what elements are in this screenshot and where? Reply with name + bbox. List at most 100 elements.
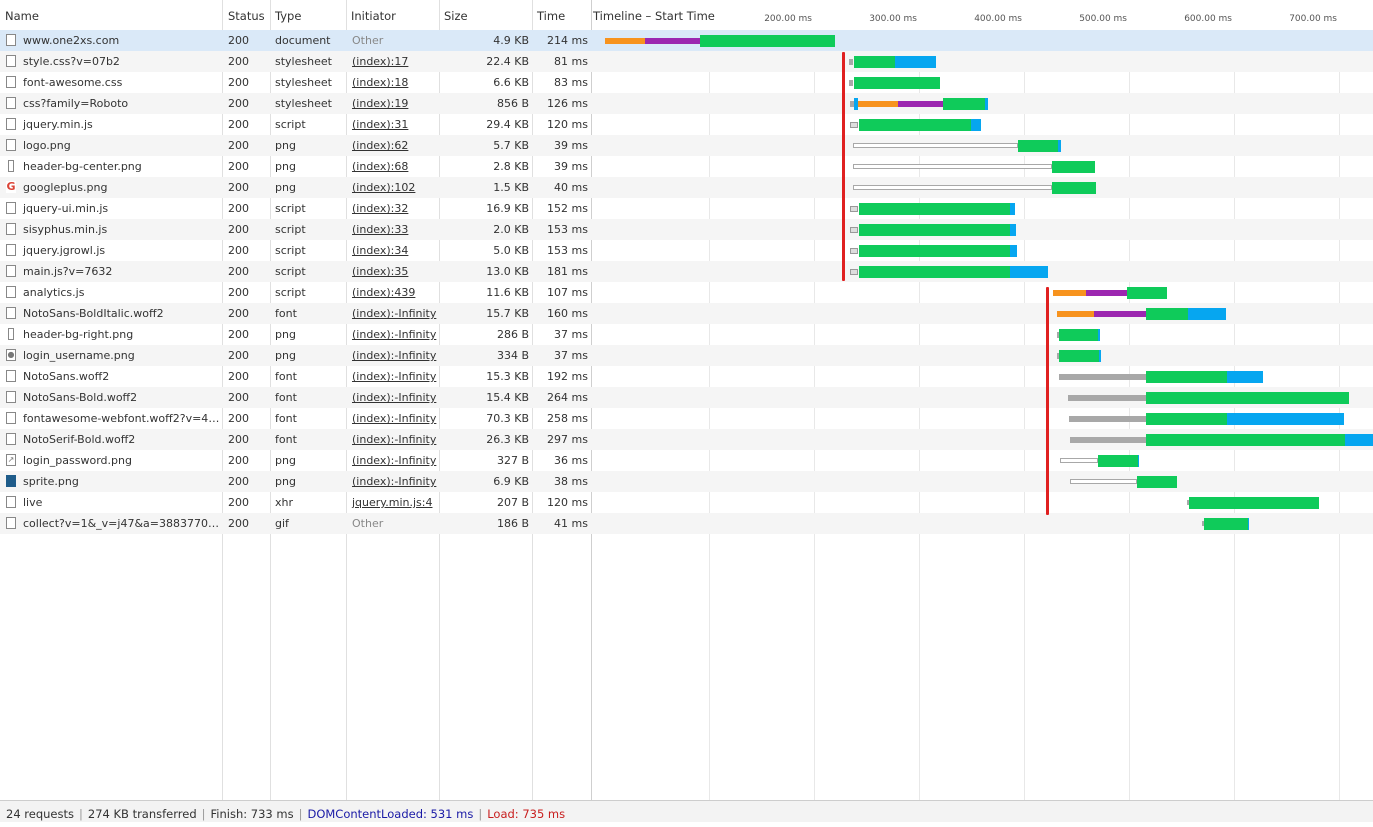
request-time: 192 ms	[547, 370, 588, 383]
request-type: xhr	[275, 496, 294, 509]
request-row[interactable]: live 200 xhr jquery.min.js:4 207 B 120 ms	[0, 492, 1373, 513]
request-status: 200	[228, 433, 249, 446]
request-name[interactable]: jquery-ui.min.js	[0, 198, 222, 219]
request-initiator[interactable]: (index):-Infinity	[347, 450, 440, 471]
waterfall-bar-download	[895, 56, 936, 68]
request-name[interactable]: jquery.min.js	[0, 114, 222, 135]
request-row[interactable]: style.css?v=07b2 200 stylesheet (index):17 2…	[0, 51, 1373, 72]
waterfall-bar-dns	[605, 38, 645, 44]
request-initiator[interactable]: (index):34	[347, 240, 440, 261]
request-name[interactable]: header-bg-right.png	[0, 324, 222, 345]
waterfall-bar-download	[1058, 140, 1061, 152]
request-size: 286 B	[496, 328, 529, 341]
request-name[interactable]: NotoSans.woff2	[0, 366, 222, 387]
request-row[interactable]: NotoSerif-Bold.woff2 200 font (index):-Infi…	[0, 429, 1373, 450]
column-header-timeline[interactable]: Timeline – Start Time	[588, 0, 718, 30]
request-name[interactable]: header-bg-center.png	[0, 156, 222, 177]
column-header-initiator[interactable]: Initiator	[346, 0, 439, 30]
request-initiator[interactable]: (index):17	[347, 51, 440, 72]
request-name[interactable]: analytics.js	[0, 282, 222, 303]
request-row[interactable]: font-awesome.css 200 stylesheet (index):18 6…	[0, 72, 1373, 93]
request-name[interactable]: main.js?v=7632	[0, 261, 222, 282]
request-row[interactable]: sprite.png 200 png (index):-Infinity 6.9 KB 3…	[0, 471, 1373, 492]
request-name[interactable]: login_username.png	[0, 345, 222, 366]
request-time: 153 ms	[547, 244, 588, 257]
request-row[interactable]: jquery.jgrowl.js 200 script (index):34 5.0 K…	[0, 240, 1373, 261]
request-initiator[interactable]: (index):35	[347, 261, 440, 282]
column-header-time[interactable]: Time	[532, 0, 591, 30]
request-status: 200	[228, 475, 249, 488]
request-name[interactable]: googleplus.png	[0, 177, 222, 198]
request-row[interactable]: www.one2xs.com 200 document Other 4.9 KB 214 …	[0, 30, 1373, 51]
request-name[interactable]: www.one2xs.com	[0, 30, 222, 51]
request-initiator[interactable]: (index):102	[347, 177, 440, 198]
timeline-tick-label: 700.00 ms	[1289, 14, 1337, 24]
request-initiator[interactable]: (index):-Infinity	[347, 345, 440, 366]
request-row[interactable]: NotoSans-BoldItalic.woff2 200 font (index):…	[0, 303, 1373, 324]
request-row[interactable]: logo.png 200 png (index):62 5.7 KB 39 ms	[0, 135, 1373, 156]
request-row[interactable]: ● login_username.png 200 png (index):-Infini…	[0, 345, 1373, 366]
request-status: 200	[228, 307, 249, 320]
request-name[interactable]: login_password.png	[0, 450, 222, 471]
request-initiator[interactable]: (index):439	[347, 282, 440, 303]
request-name[interactable]: logo.png	[0, 135, 222, 156]
request-initiator[interactable]: (index):-Infinity	[347, 324, 440, 345]
request-initiator[interactable]: (index):-Infinity	[347, 408, 440, 429]
request-row[interactable]: sisyphus.min.js 200 script (index):33 2.0 KB…	[0, 219, 1373, 240]
request-name[interactable]: live	[0, 492, 222, 513]
request-initiator[interactable]: (index):-Infinity	[347, 387, 440, 408]
request-row[interactable]: fontawesome-webfont.woff2?v=4.6.3 200 font…	[0, 408, 1373, 429]
request-row[interactable]: css?family=Roboto 200 stylesheet (index):19…	[0, 93, 1373, 114]
column-header-type[interactable]: Type	[270, 0, 347, 30]
request-type: png	[275, 181, 296, 194]
request-row[interactable]: Ggoogleplus.png 200 png (index):102 1.5 KB 40…	[0, 177, 1373, 198]
request-name[interactable]: sprite.png	[0, 471, 222, 492]
request-initiator[interactable]: (index):-Infinity	[347, 429, 440, 450]
request-time: 160 ms	[547, 307, 588, 320]
waterfall-bar-download	[985, 98, 988, 110]
request-type: font	[275, 370, 297, 383]
request-initiator[interactable]: (index):32	[347, 198, 440, 219]
request-time: 37 ms	[554, 349, 588, 362]
request-row[interactable]: collect?v=1&_v=j47&a=38837701&t=... 200 gi…	[0, 513, 1373, 534]
request-row[interactable]: NotoSans.woff2 200 font (index):-Infinity 15…	[0, 366, 1373, 387]
request-name[interactable]: NotoSerif-Bold.woff2	[0, 429, 222, 450]
request-name[interactable]: jquery.jgrowl.js	[0, 240, 222, 261]
request-row[interactable]: ↗ login_password.png 200 png (index):-Infini…	[0, 450, 1373, 471]
request-row[interactable]: main.js?v=7632 200 script (index):35 13.0 KB…	[0, 261, 1373, 282]
waterfall-bar-dns	[858, 101, 898, 107]
request-initiator[interactable]: (index):31	[347, 114, 440, 135]
request-name[interactable]: sisyphus.min.js	[0, 219, 222, 240]
request-initiator[interactable]: jquery.min.js:4	[347, 492, 440, 513]
request-name[interactable]: NotoSans-Bold.woff2	[0, 387, 222, 408]
request-type: png	[275, 328, 296, 341]
request-row[interactable]: header-bg-center.png 200 png (index):68 2.8 …	[0, 156, 1373, 177]
request-row[interactable]: analytics.js 200 script (index):439 11.6 KB 1…	[0, 282, 1373, 303]
column-header-size[interactable]: Size	[439, 0, 532, 30]
request-row[interactable]: NotoSans-Bold.woff2 200 font (index):-Infin…	[0, 387, 1373, 408]
request-initiator[interactable]: (index):62	[347, 135, 440, 156]
waterfall-bar-download	[1099, 350, 1101, 362]
column-header-name[interactable]: Name	[0, 0, 222, 30]
request-type: font	[275, 412, 297, 425]
waterfall-bar-download	[1227, 371, 1263, 383]
request-name[interactable]: collect?v=1&_v=j47&a=38837701&t=...	[0, 513, 222, 534]
request-name[interactable]: NotoSans-BoldItalic.woff2	[0, 303, 222, 324]
request-name[interactable]: fontawesome-webfont.woff2?v=4.6.3	[0, 408, 222, 429]
request-initiator[interactable]: (index):19	[347, 93, 440, 114]
request-initiator[interactable]: (index):33	[347, 219, 440, 240]
column-header-status[interactable]: Status	[223, 0, 270, 30]
request-row[interactable]: header-bg-right.png 200 png (index):-Infini…	[0, 324, 1373, 345]
request-name[interactable]: style.css?v=07b2	[0, 51, 222, 72]
request-initiator[interactable]: (index):68	[347, 156, 440, 177]
request-name[interactable]: css?family=Roboto	[0, 93, 222, 114]
request-size: 1.5 KB	[493, 181, 529, 194]
request-row[interactable]: jquery-ui.min.js 200 script (index):32 16.9 …	[0, 198, 1373, 219]
request-name[interactable]: font-awesome.css	[0, 72, 222, 93]
request-initiator[interactable]: (index):-Infinity	[347, 303, 440, 324]
request-initiator[interactable]: (index):18	[347, 72, 440, 93]
waterfall-bar-ttfb	[854, 56, 895, 68]
request-initiator[interactable]: (index):-Infinity	[347, 366, 440, 387]
request-initiator[interactable]: (index):-Infinity	[347, 471, 440, 492]
request-row[interactable]: jquery.min.js 200 script (index):31 29.4 KB 1…	[0, 114, 1373, 135]
